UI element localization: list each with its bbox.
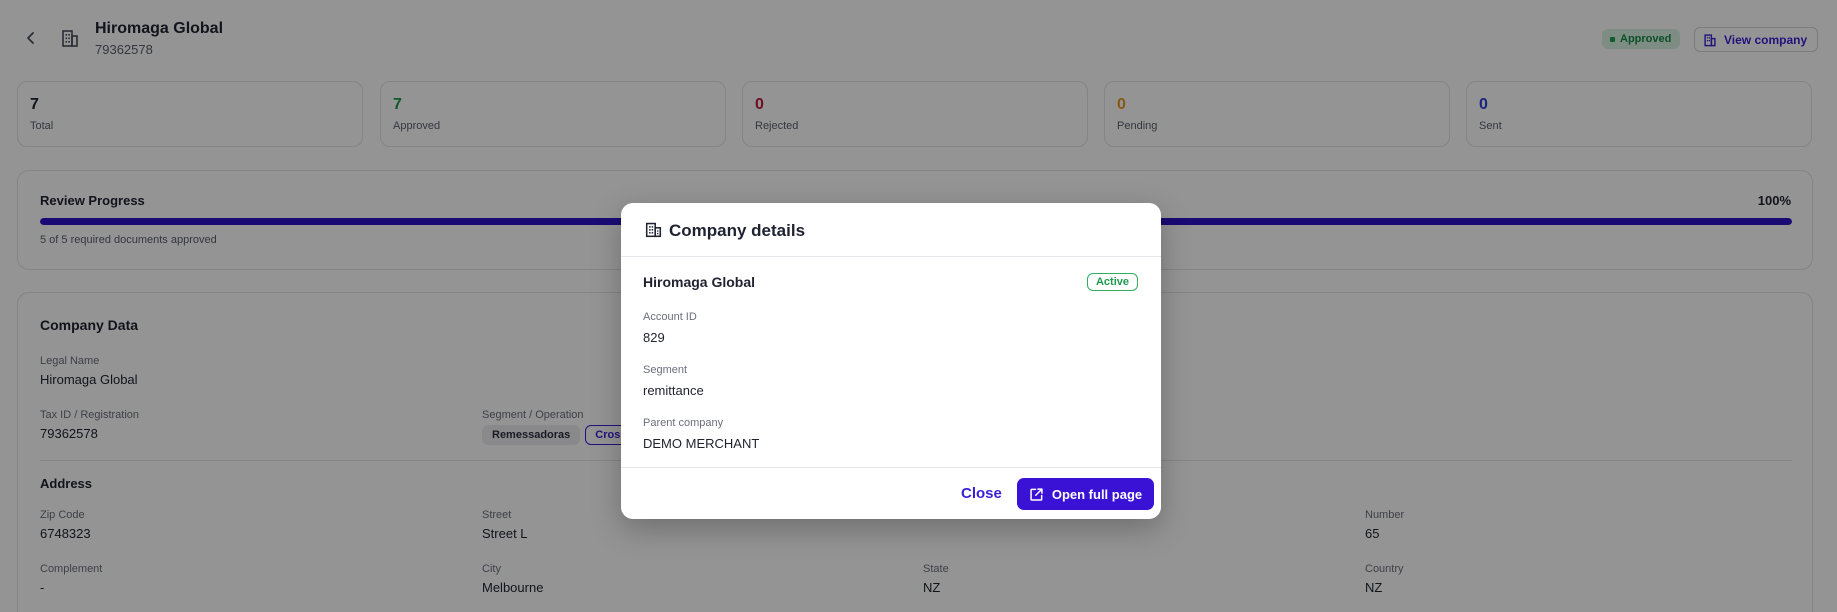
field-label: Parent company (643, 417, 724, 429)
page: Hiromaga Global 79362578 Approved View c… (0, 0, 1837, 612)
modal-status-badge: Active (1086, 273, 1138, 291)
field-value: 829 (643, 330, 665, 345)
modal-footer-divider (621, 467, 1161, 468)
modal-company-name: Hiromaga Global (643, 274, 756, 290)
open-full-page-button[interactable]: Open full page (1017, 478, 1154, 510)
field-label: Segment (643, 364, 688, 376)
open-full-page-label: Open full page (1051, 486, 1143, 502)
field-value: DEMO MERCHANT (643, 436, 760, 451)
account-id-field: Account ID 829 (643, 311, 697, 345)
external-link-icon (1030, 487, 1043, 501)
parent-company-field: Parent company DEMO MERCHANT (643, 417, 759, 451)
building-icon (645, 222, 662, 238)
close-button[interactable]: Close (961, 485, 1002, 502)
field-value: remittance (643, 383, 704, 398)
field-label: Account ID (643, 311, 697, 323)
modal-title: Company details (669, 221, 806, 240)
company-details-modal: Company details Hiromaga Global Active A… (621, 203, 1161, 519)
modal-header: Company details (621, 203, 1161, 257)
segment-field: Segment remittance (643, 364, 704, 398)
